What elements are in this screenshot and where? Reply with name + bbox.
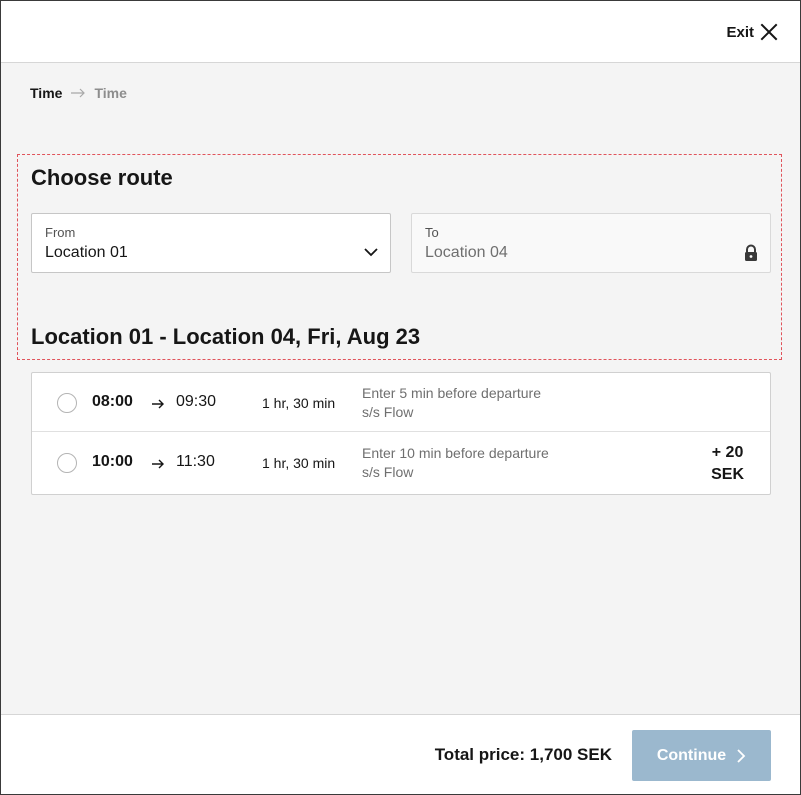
trip-duration: 1 hr, 30 min (262, 455, 336, 471)
departure-radio[interactable] (57, 453, 77, 473)
departure-time: 10:00 (92, 453, 133, 470)
to-field: To Location 04 (411, 213, 771, 273)
vessel-name: s/s Flow (362, 464, 414, 480)
surcharge-amount: + 20 (711, 444, 744, 461)
to-label: To (425, 225, 439, 240)
from-value: Location 01 (45, 244, 128, 261)
top-bar: Exit (1, 1, 800, 63)
departure-list: 08:00 09:30 1 hr, 30 min Enter 5 min bef… (31, 372, 771, 495)
arrow-right-icon (151, 456, 165, 474)
arrival-time: 11:30 (176, 453, 215, 470)
boarding-note-line: Enter 5 min before departure (362, 385, 541, 401)
boarding-note: Enter 5 min before departure s/s Flow (362, 384, 541, 422)
lock-icon (743, 244, 759, 267)
arrow-right-icon (151, 396, 165, 414)
to-value: Location 04 (425, 244, 508, 261)
surcharge-badge: + 20 SEK (711, 442, 744, 486)
section-title: Choose route (31, 165, 173, 190)
arrival-time: 09:30 (176, 393, 217, 410)
booking-window: Exit Time Time Choose route From Locatio… (0, 0, 801, 795)
footer-bar: Total price: 1,700 SEK Continue (1, 714, 800, 794)
from-select[interactable]: From Location 01 (31, 213, 391, 273)
departure-radio[interactable] (57, 393, 77, 413)
trip-duration: 1 hr, 30 min (262, 395, 336, 411)
breadcrumb: Time Time (30, 85, 127, 101)
continue-button[interactable]: Continue (632, 730, 771, 781)
departure-row[interactable]: 08:00 09:30 1 hr, 30 min Enter 5 min bef… (32, 373, 770, 432)
close-icon (760, 23, 778, 41)
departure-time: 08:00 (92, 393, 133, 410)
chevron-right-icon (737, 748, 746, 763)
breadcrumb-next[interactable]: Time (94, 85, 126, 101)
exit-button[interactable]: Exit (726, 21, 778, 43)
chevron-down-icon (363, 244, 379, 265)
arrow-right-icon (70, 88, 86, 98)
route-heading: Location 01 - Location 04, Fri, Aug 23 (31, 324, 421, 349)
vessel-name: s/s Flow (362, 404, 414, 420)
surcharge-currency: SEK (711, 466, 744, 483)
from-label: From (45, 225, 76, 240)
route-section: Choose route From Location 01 To Locatio… (17, 154, 782, 360)
continue-label: Continue (656, 746, 727, 764)
exit-label: Exit (726, 23, 754, 41)
breadcrumb-current: Time (30, 85, 63, 101)
boarding-note: Enter 10 min before departure s/s Flow (362, 444, 549, 482)
departure-row[interactable]: 10:00 11:30 1 hr, 30 min Enter 10 min be… (32, 432, 770, 494)
total-price: Total price: 1,700 SEK (434, 745, 612, 764)
boarding-note-line: Enter 10 min before departure (362, 445, 549, 461)
